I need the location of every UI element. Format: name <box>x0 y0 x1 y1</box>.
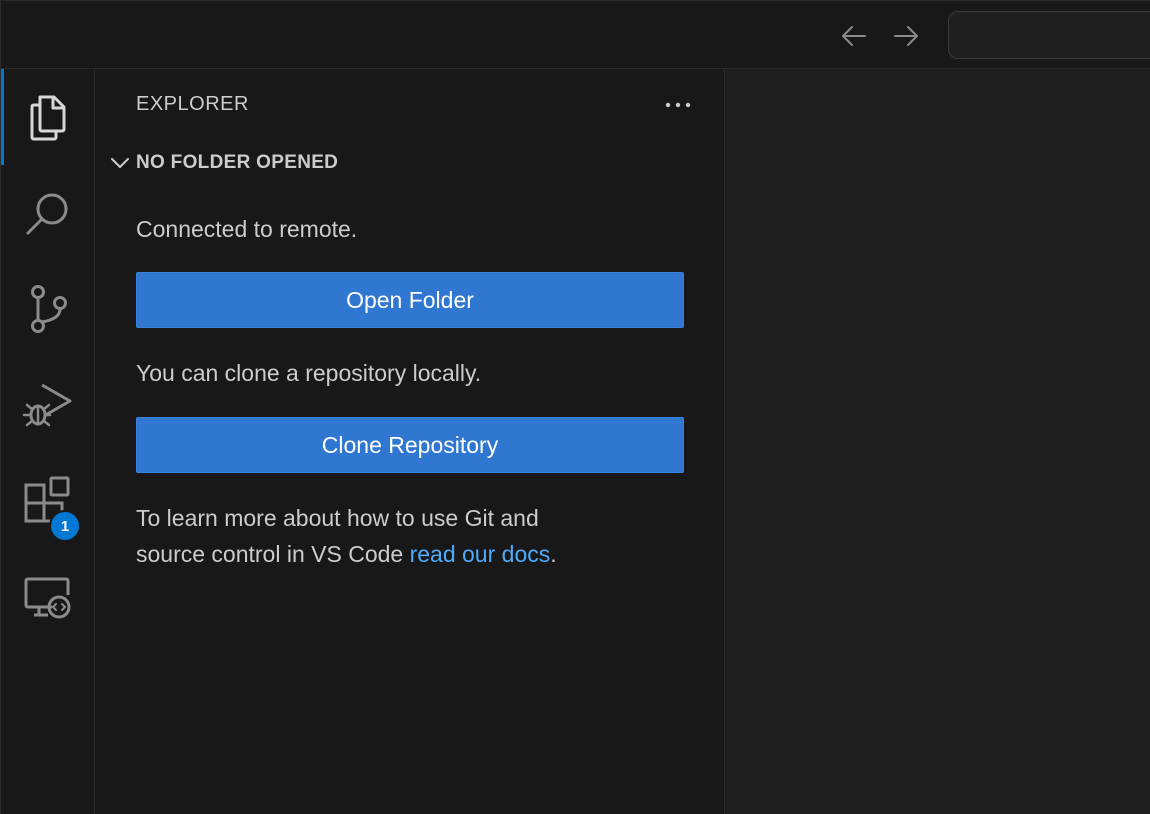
learn-more-suffix: . <box>550 541 557 567</box>
arrow-left-icon <box>842 26 866 46</box>
ellipsis-icon <box>665 102 691 108</box>
activity-extensions[interactable]: 1 <box>1 453 95 549</box>
editor-area[interactable] <box>726 69 1150 814</box>
activity-remote-explorer[interactable] <box>1 549 95 645</box>
read-docs-link[interactable]: read our docs <box>410 541 551 567</box>
activity-bar: 1 <box>0 69 95 814</box>
search-icon <box>26 193 68 235</box>
activity-run-debug[interactable] <box>1 357 95 453</box>
learn-more-line2: source control in VS Code read our docs. <box>136 536 557 572</box>
chevron-down-icon <box>103 156 136 170</box>
go-back-button[interactable] <box>837 19 871 53</box>
run-debug-icon <box>22 383 72 427</box>
section-label: NO FOLDER OPENED <box>136 152 339 173</box>
extensions-badge: 1 <box>49 510 81 542</box>
title-bar <box>0 0 1150 69</box>
remote-explorer-icon <box>24 577 71 619</box>
connected-text: Connected to remote. <box>136 216 358 242</box>
explorer-sidebar: EXPLORER NO FOLDER OPENED Connected to r… <box>95 69 725 814</box>
command-center-search[interactable] <box>948 11 1150 59</box>
clone-repository-button[interactable]: Clone Repository <box>136 417 684 473</box>
arrow-right-icon <box>894 26 918 46</box>
open-folder-button[interactable]: Open Folder <box>136 272 684 328</box>
no-folder-section-header[interactable]: NO FOLDER OPENED <box>103 147 713 179</box>
files-icon <box>30 95 66 141</box>
learn-more-prefix: source control in VS Code <box>136 541 410 567</box>
go-forward-button[interactable] <box>889 19 923 53</box>
clone-text: You can clone a repository locally. <box>136 360 482 386</box>
sidebar-title: EXPLORER <box>136 93 249 115</box>
learn-more-line1: To learn more about how to use Git and <box>136 505 539 531</box>
activity-explorer[interactable] <box>1 69 95 165</box>
activity-search[interactable] <box>1 165 95 261</box>
more-actions-button[interactable] <box>660 91 696 119</box>
source-control-icon <box>31 285 67 333</box>
activity-source-control[interactable] <box>1 261 95 357</box>
